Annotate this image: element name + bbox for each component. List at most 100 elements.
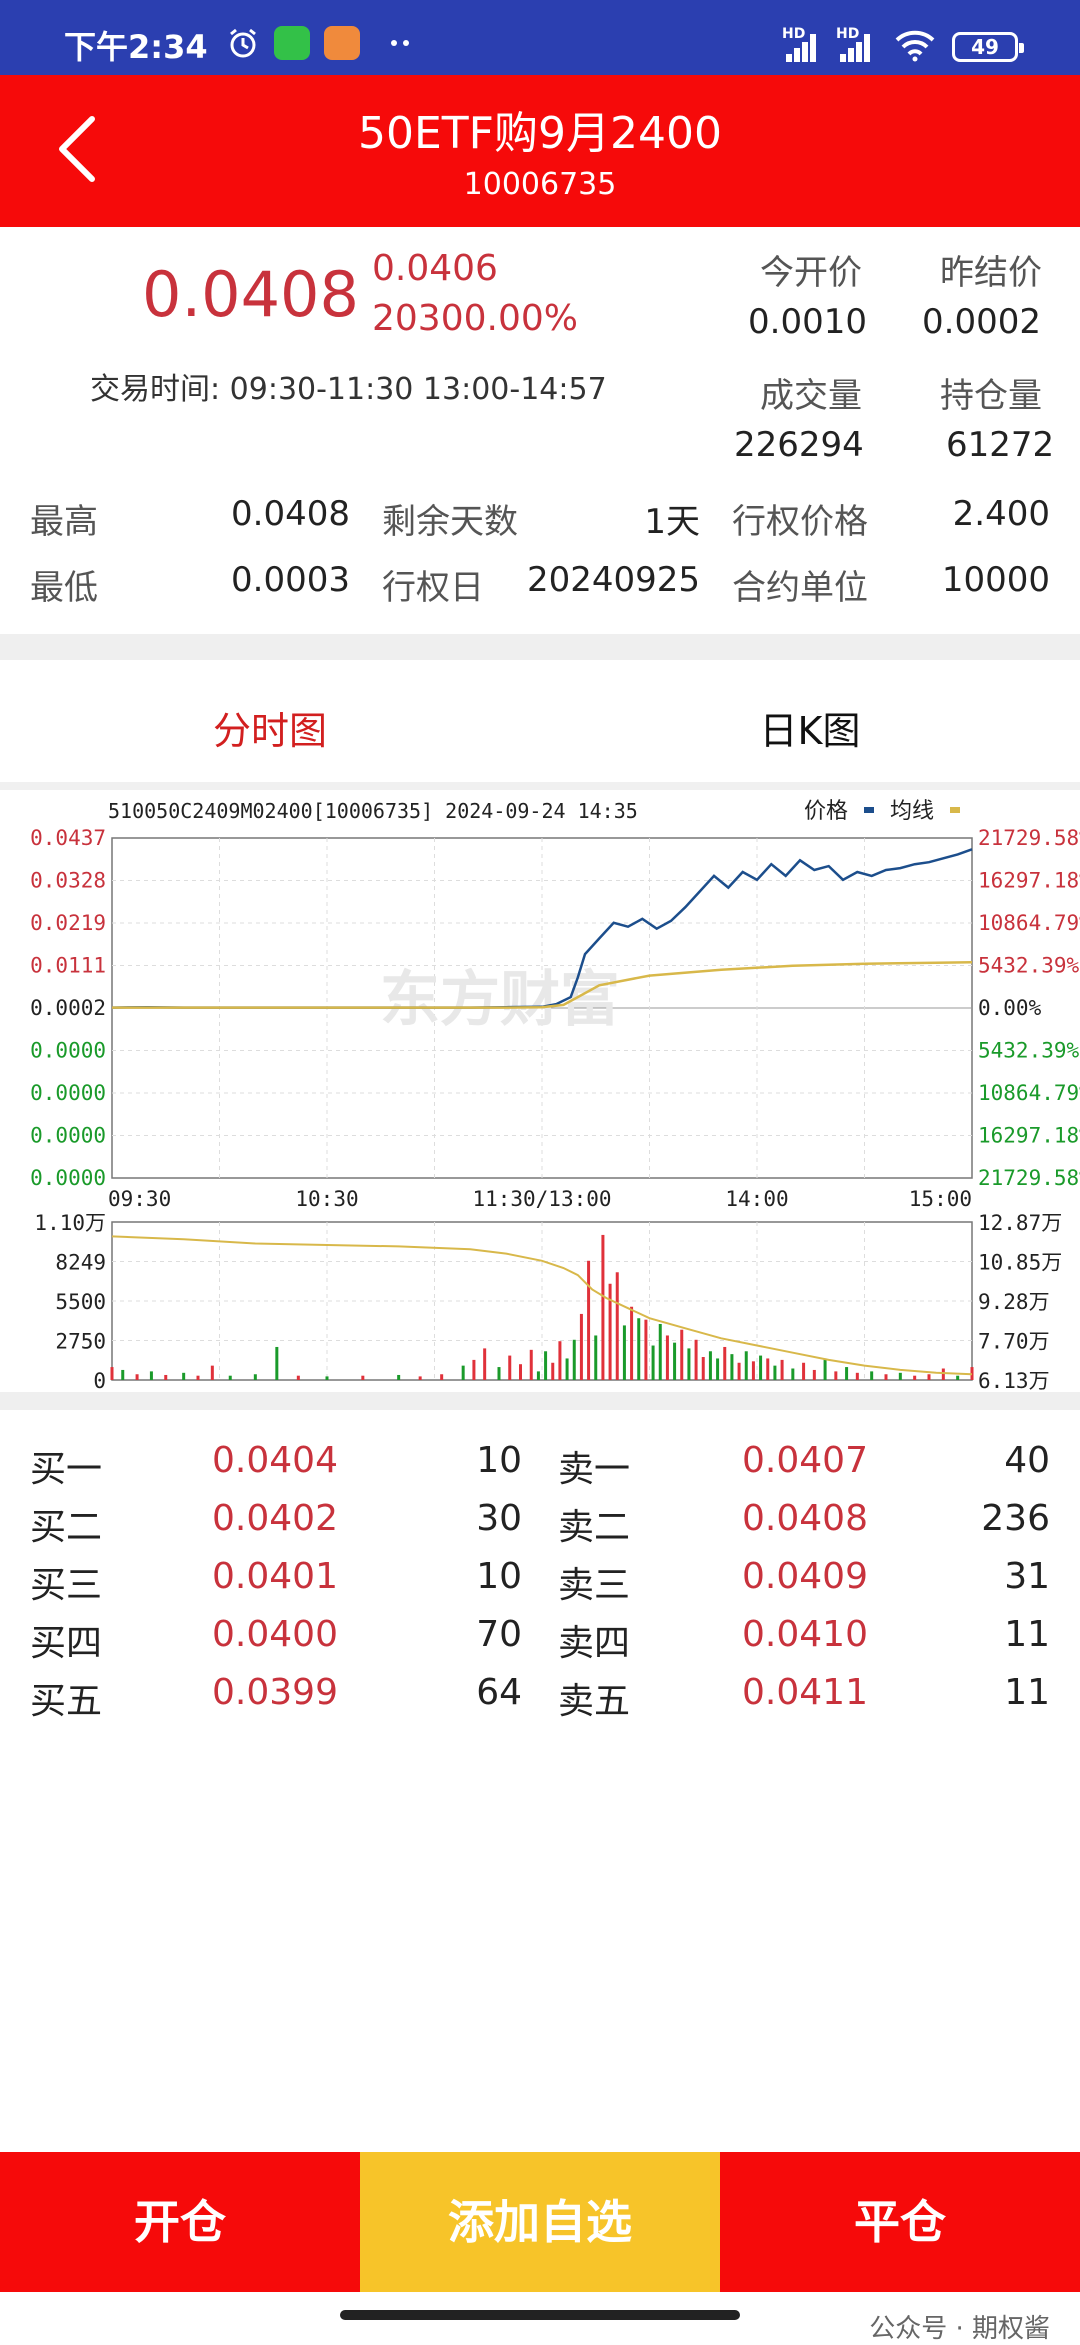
- price-y-tick-left: 0.0437: [30, 826, 106, 850]
- ask-qty: 11: [1004, 1614, 1050, 1655]
- ask-label: 卖四: [558, 1623, 631, 1664]
- contract-title: 50ETF购9月2400: [358, 108, 722, 159]
- last-price: 0.0408: [142, 258, 359, 331]
- volume-bar: [529, 1349, 533, 1380]
- price-change: 0.0406: [372, 248, 498, 289]
- contract-code: 10006735: [463, 167, 617, 202]
- volume-bar: [870, 1371, 874, 1380]
- ask-price: 0.0411: [742, 1672, 868, 1713]
- volume-bar: [680, 1329, 684, 1380]
- volume-bar: [440, 1374, 444, 1380]
- volume-bar: [110, 1367, 114, 1380]
- volume-bar: [622, 1325, 626, 1380]
- ask-label: 卖三: [558, 1565, 631, 1606]
- legend-avg-swatch: [950, 807, 960, 813]
- open-value: 0.0010: [748, 302, 867, 342]
- price-y-tick-right: 10864.79%: [978, 1081, 1080, 1105]
- low-label: 最低: [30, 568, 98, 608]
- volume-bar: [397, 1374, 401, 1380]
- volume-bar: [637, 1318, 641, 1380]
- volume-y-tick-right: 10.85万: [978, 1251, 1062, 1275]
- prev-settle-label: 昨结价: [940, 253, 1042, 293]
- close-position-button[interactable]: 平仓: [720, 2152, 1080, 2292]
- volume-bar: [812, 1369, 816, 1380]
- ask-qty: 31: [1004, 1556, 1050, 1597]
- volume-bar: [644, 1319, 648, 1380]
- bid-qty: 30: [476, 1498, 522, 1539]
- volume-bar: [579, 1313, 583, 1380]
- app-icon: [324, 26, 360, 60]
- volume-bar: [723, 1346, 727, 1380]
- volume-bar: [716, 1358, 720, 1380]
- x-tick-label: 10:30: [295, 1187, 358, 1211]
- more-dots-icon: [391, 40, 409, 46]
- volume-bar: [565, 1358, 569, 1380]
- volume-bar: [802, 1362, 806, 1380]
- ask-price: 0.0409: [742, 1556, 868, 1597]
- bid-price: 0.0399: [212, 1672, 338, 1713]
- exercise-date-label: 行权日: [382, 568, 484, 608]
- volume-bar: [759, 1355, 763, 1380]
- volume-bar: [673, 1342, 677, 1380]
- bottom-action-bar: 开仓 添加自选 平仓: [0, 2152, 1080, 2292]
- volume-y-tick-left: 2750: [55, 1330, 106, 1354]
- volume-bar: [927, 1374, 931, 1380]
- volume-bar: [472, 1359, 476, 1380]
- low-value: 0.0003: [231, 560, 350, 600]
- price-y-tick-left: 0.0002: [30, 996, 106, 1020]
- unit-value: 10000: [941, 560, 1050, 600]
- prev-settle-value: 0.0002: [922, 302, 1041, 342]
- ask-price: 0.0408: [742, 1498, 868, 1539]
- tab-intraday[interactable]: 分时图: [150, 700, 390, 755]
- volume-bar: [823, 1358, 827, 1380]
- price-y-tick-right: 21729.58%: [978, 826, 1080, 850]
- ask-price: 0.0410: [742, 1614, 868, 1655]
- legend-price: 价格: [804, 799, 848, 824]
- volume-bar: [855, 1372, 859, 1380]
- oi-label: 持仓量: [940, 376, 1042, 416]
- volume-bar: [594, 1335, 598, 1380]
- volume-bar: [630, 1306, 634, 1380]
- volume-bar: [361, 1375, 365, 1380]
- volume-bar: [418, 1376, 422, 1380]
- price-y-tick-right: 16297.18%: [978, 869, 1080, 893]
- home-indicator[interactable]: [340, 2310, 740, 2320]
- tab-daily-k[interactable]: 日K图: [690, 700, 930, 755]
- volume-bar: [253, 1374, 257, 1380]
- volume-bar: [182, 1372, 186, 1380]
- chart-header: 510050C2409M02400[10006735] 2024-09-24 1…: [108, 799, 638, 823]
- volume-y-tick-left: 0: [93, 1369, 106, 1390]
- intraday-chart: 0.0437 0.0328 0.0219 0.0111 0.0002 0.0000 0.00…: [30, 799, 1080, 1390]
- add-watchlist-button[interactable]: 添加自选: [360, 2152, 720, 2292]
- wechat-watermark: 公众号 · 期权酱: [869, 2314, 1050, 2344]
- price-y-tick-left: 0.0000: [30, 1039, 106, 1063]
- volume-y-tick-left: 1.10万: [34, 1211, 106, 1235]
- price-y-tick-left: 0.0219: [30, 911, 106, 935]
- volume-bar: [275, 1346, 279, 1380]
- ask-qty: 40: [1004, 1440, 1050, 1481]
- open-position-button[interactable]: 开仓: [0, 2152, 360, 2292]
- price-y-tick-left: 0.0000: [30, 1124, 106, 1148]
- x-tick-label: 11:30/13:00: [472, 1187, 611, 1211]
- volume-y-tick-left: 8249: [55, 1251, 106, 1275]
- volume-bar: [956, 1375, 960, 1380]
- price-y-tick-left: 0.0328: [30, 869, 106, 893]
- high-value: 0.0408: [231, 494, 350, 534]
- volume-bar: [461, 1365, 465, 1380]
- volume-bar: [551, 1362, 555, 1380]
- signal-icon-1: [786, 32, 820, 62]
- volume-bar: [941, 1368, 945, 1380]
- days-left-value: 1天: [644, 502, 700, 542]
- signal-icon-2: [840, 32, 874, 62]
- volume-bar: [694, 1339, 698, 1380]
- price-y-tick-right: 5432.39%: [978, 954, 1080, 978]
- bid-label: 买三: [30, 1565, 103, 1606]
- open-label: 今开价: [760, 253, 862, 293]
- divider: [0, 1392, 1080, 1410]
- bid-qty: 70: [476, 1614, 522, 1655]
- volume-value: 226294: [734, 425, 864, 465]
- ask-qty: 11: [1004, 1672, 1050, 1713]
- status-time: 下午2:34: [64, 28, 208, 66]
- volume-bar: [135, 1374, 139, 1380]
- price-y-tick-right: 10864.79%: [978, 911, 1080, 935]
